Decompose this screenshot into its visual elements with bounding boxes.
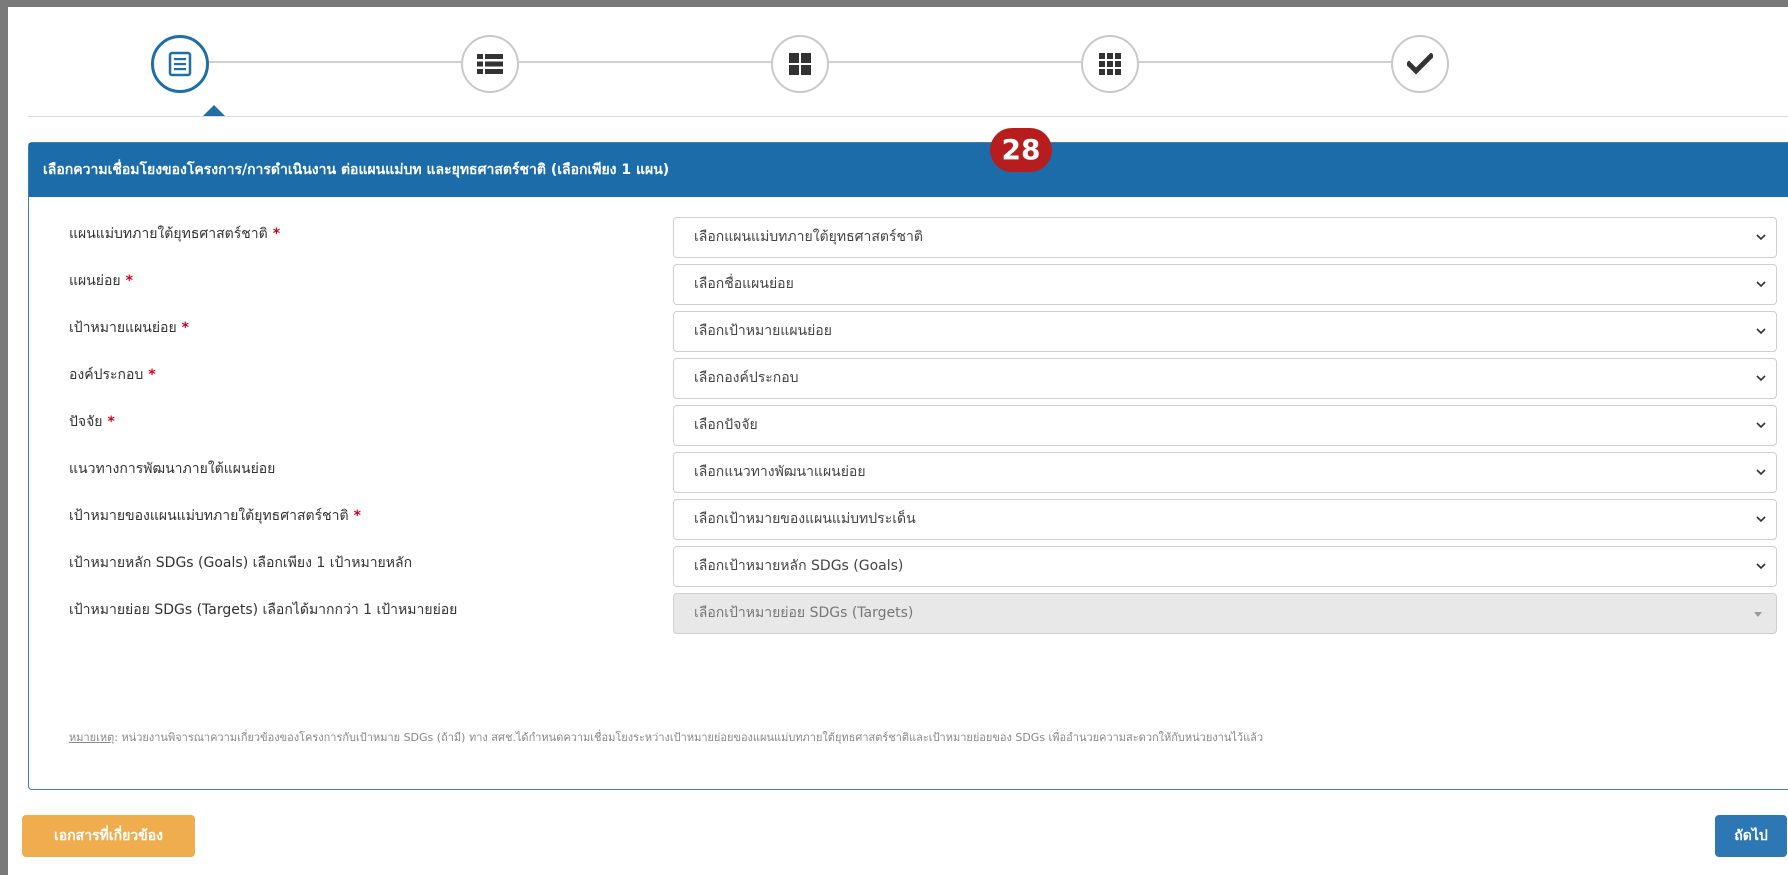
field-component: องค์ประกอบ * เลือกองค์ประกอบ: [69, 358, 1788, 402]
required-mark: *: [181, 320, 189, 336]
component-select[interactable]: เลือกองค์ประกอบ: [673, 358, 1777, 399]
field-master-plan-goal: เป้าหมายของแผนแม่บทภายใต้ยุทธศาสตร์ชาติ *…: [69, 499, 1788, 543]
sdg-target-select: เลือกเป้าหมายย่อย SDGs (Targets): [673, 593, 1777, 634]
caret-down-icon: [1754, 612, 1762, 617]
chevron-down-icon: [1756, 328, 1766, 335]
field-label: แผนแม่บทภายใต้ยุทธศาสตร์ชาติ *: [69, 226, 281, 242]
step-2-list[interactable]: [461, 35, 519, 93]
chevron-down-icon: [1756, 375, 1766, 382]
step-connector: [828, 61, 1082, 63]
field-label: เป้าหมายแผนย่อย *: [69, 320, 189, 336]
chevron-down-icon: [1756, 563, 1766, 570]
field-factor: ปัจจัย * เลือกปัจจัย: [69, 405, 1788, 449]
chevron-down-icon: [1756, 281, 1766, 288]
chevron-down-icon: [1756, 516, 1766, 523]
related-documents-button[interactable]: เอกสารที่เกี่ยวข้อง: [22, 815, 195, 857]
sub-plan-goal-select[interactable]: เลือกเป้าหมายแผนย่อย: [673, 311, 1777, 352]
stepper-divider: [28, 116, 1788, 117]
field-sdg-goal: เป้าหมายหลัก SDGs (Goals) เลือกเพียง 1 เ…: [69, 546, 1788, 590]
required-mark: *: [272, 226, 281, 242]
chevron-down-icon: [1756, 234, 1766, 241]
field-master-plan: แผนแม่บทภายใต้ยุทธศาสตร์ชาติ * เลือกแผนแม…: [69, 217, 1788, 261]
development-guideline-select[interactable]: เลือกแนวทางพัฒนาแผนย่อย: [673, 452, 1777, 493]
required-mark: *: [353, 508, 361, 524]
list-icon: [477, 54, 503, 74]
factor-select[interactable]: เลือกปัจจัย: [673, 405, 1777, 446]
field-label: เป้าหมายหลัก SDGs (Goals) เลือกเพียง 1 เ…: [69, 555, 413, 571]
panel-title: เลือกความเชื่อมโยงของโครงการ/การดำเนินงา…: [29, 143, 1788, 197]
grid-small-icon: [1099, 53, 1121, 75]
field-label: เป้าหมายย่อย SDGs (Targets) เลือกได้มากก…: [69, 602, 458, 618]
wizard-stepper: [28, 7, 1788, 117]
master-plan-select[interactable]: เลือกแผนแม่บทภายใต้ยุทธศาสตร์ชาติ: [673, 217, 1777, 258]
linkage-panel: เลือกความเชื่อมโยงของโครงการ/การดำเนินงา…: [28, 142, 1788, 790]
step-5-confirm[interactable]: [1391, 35, 1449, 93]
required-mark: *: [125, 273, 133, 289]
field-label: ปัจจัย *: [69, 414, 115, 430]
active-step-indicator: [203, 105, 225, 116]
step-connector: [1138, 61, 1392, 63]
field-label: องค์ประกอบ *: [69, 367, 156, 383]
required-mark: *: [148, 367, 156, 383]
sdg-goal-select[interactable]: เลือกเป้าหมายหลัก SDGs (Goals): [673, 546, 1777, 587]
check-icon: [1407, 53, 1433, 75]
step-connector: [518, 61, 772, 63]
step-connector: [208, 61, 462, 63]
annotation-badge: 28: [990, 128, 1052, 172]
field-development-guideline: แนวทางการพัฒนาภายใต้แผนย่อย เลือกแนวทางพ…: [69, 452, 1788, 496]
note-text: หมายเหตุ: หน่วยงานพิจารณาความเกี่ยวข้องข…: [69, 731, 1264, 744]
field-label: เป้าหมายของแผนแม่บทภายใต้ยุทธศาสตร์ชาติ *: [69, 508, 361, 524]
field-sub-plan: แผนย่อย * เลือกชื่อแผนย่อย: [69, 264, 1788, 308]
form-list-icon: [168, 51, 192, 77]
field-label: แนวทางการพัฒนาภายใต้แผนย่อย: [69, 461, 276, 477]
field-label: แผนย่อย *: [69, 273, 133, 289]
grid-large-icon: [789, 53, 811, 75]
chevron-down-icon: [1756, 469, 1766, 476]
master-plan-goal-select[interactable]: เลือกเป้าหมายของแผนแม่บทประเด็น: [673, 499, 1777, 540]
step-3-grid[interactable]: [771, 35, 829, 93]
next-button[interactable]: ถัดไป: [1715, 815, 1787, 857]
field-sub-plan-goal: เป้าหมายแผนย่อย * เลือกเป้าหมายแผนย่อย: [69, 311, 1788, 355]
chevron-down-icon: [1756, 422, 1766, 429]
field-sdg-target: เป้าหมายย่อย SDGs (Targets) เลือกได้มากก…: [69, 593, 1788, 637]
step-1-form[interactable]: [151, 35, 209, 93]
note-label: หมายเหตุ: [69, 731, 115, 744]
sub-plan-select[interactable]: เลือกชื่อแผนย่อย: [673, 264, 1777, 305]
required-mark: *: [107, 414, 115, 430]
step-4-grid-small[interactable]: [1081, 35, 1139, 93]
